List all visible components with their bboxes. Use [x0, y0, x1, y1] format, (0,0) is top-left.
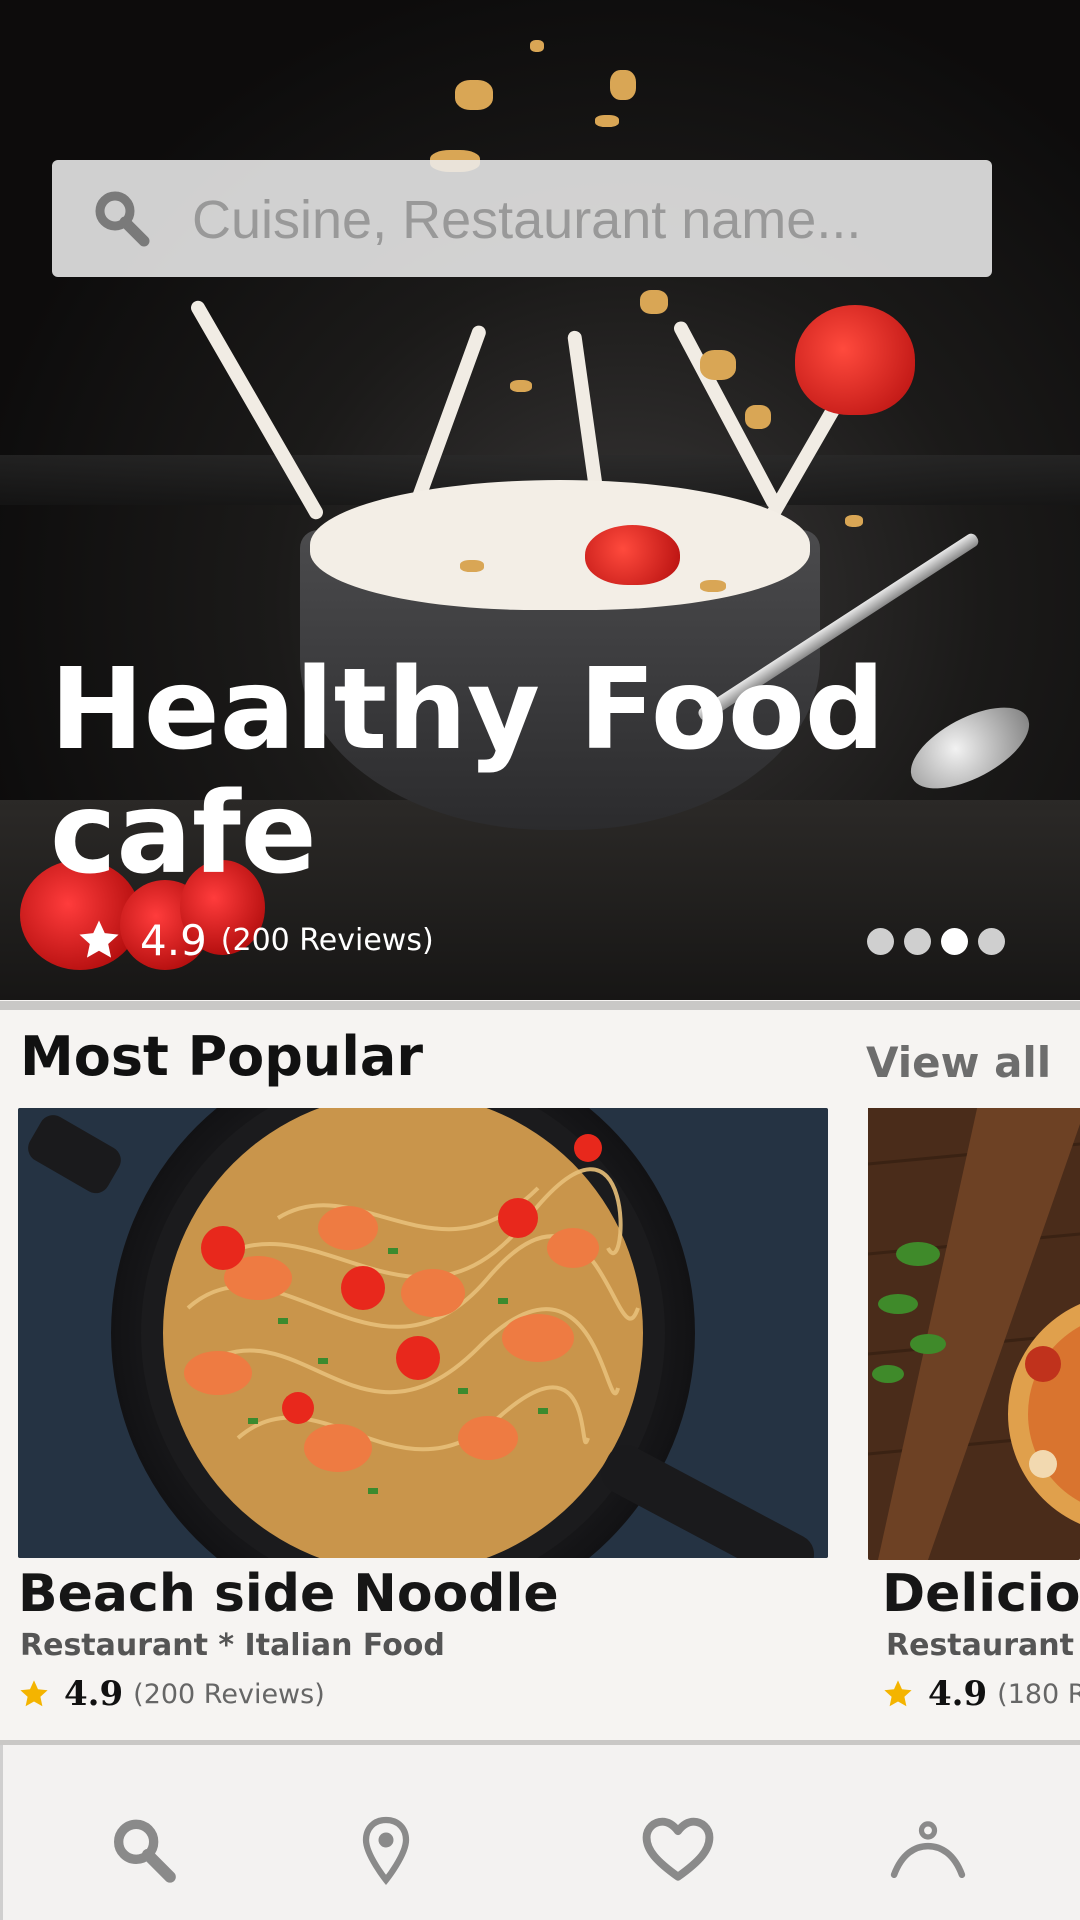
strawberry: [795, 305, 915, 415]
carousel-dot-active[interactable]: [941, 928, 968, 955]
star-icon: [79, 920, 119, 958]
granola-crumb: [610, 70, 636, 100]
restaurant-type: Restaurant *: [886, 1628, 1080, 1663]
heart-icon: [642, 1817, 714, 1881]
carousel-indicator[interactable]: [867, 928, 1005, 955]
view-all-link[interactable]: View all: [866, 1038, 1051, 1087]
hero-review-count: (200 Reviews): [220, 922, 434, 958]
hero-title: Healthy Food cafe: [50, 645, 885, 899]
rating-value: 4.9: [928, 1674, 988, 1708]
rating-value: 4.9: [64, 1674, 124, 1714]
nav-favorites-button[interactable]: [633, 1805, 723, 1895]
granola-crumb: [745, 405, 771, 429]
section-title: Most Popular: [20, 1025, 423, 1088]
pizza-dish-image: [868, 1108, 1080, 1560]
search-input[interactable]: [190, 175, 974, 265]
granola-crumb: [700, 350, 736, 380]
granola-crumb: [845, 515, 863, 527]
milk-surface: [310, 480, 810, 610]
strawberry: [585, 525, 680, 585]
divider: [0, 1001, 1080, 1010]
restaurant-card[interactable]: Delicio Restaurant * 4.9 (180 Re: [868, 1108, 1080, 1708]
granola-crumb: [640, 290, 668, 314]
granola-crumb: [510, 380, 532, 392]
search-icon: [95, 191, 150, 247]
granola-crumb: [530, 40, 544, 52]
restaurant-type: Restaurant * Italian Food: [20, 1628, 445, 1663]
carousel-dot[interactable]: [904, 928, 931, 955]
restaurant-rating: 4.9 (180 Re: [882, 1674, 1080, 1708]
carousel-dot[interactable]: [978, 928, 1005, 955]
review-count: (200 Reviews): [133, 1678, 325, 1710]
review-count: (180 Re: [997, 1678, 1080, 1709]
granola-crumb: [460, 560, 484, 572]
granola-crumb: [700, 580, 726, 592]
nav-location-button[interactable]: [341, 1805, 431, 1895]
granola-crumb: [455, 80, 493, 110]
bottom-nav: [0, 1745, 1080, 1920]
restaurant-name: Delicio: [882, 1564, 1080, 1624]
noodle-dish-image: [18, 1108, 828, 1558]
star-icon: [20, 1680, 48, 1707]
hero-rating: 4.9 (200 Reviews): [76, 915, 434, 965]
nav-profile-button[interactable]: [883, 1805, 973, 1895]
granola-crumb: [595, 115, 619, 127]
restaurant-card[interactable]: Beach side Noodle Restaurant * Italian F…: [18, 1108, 828, 1714]
location-pin-icon: [362, 1816, 410, 1885]
restaurant-name: Beach side Noodle: [18, 1564, 559, 1624]
profile-icon: [890, 1821, 966, 1879]
nav-search-button[interactable]: [97, 1805, 187, 1895]
restaurant-rating: 4.9 (200 Reviews): [18, 1674, 325, 1714]
search-icon: [113, 1819, 176, 1883]
hero-rating-value: 4.9: [140, 915, 207, 965]
star-icon: [884, 1680, 912, 1707]
carousel-dot[interactable]: [867, 928, 894, 955]
